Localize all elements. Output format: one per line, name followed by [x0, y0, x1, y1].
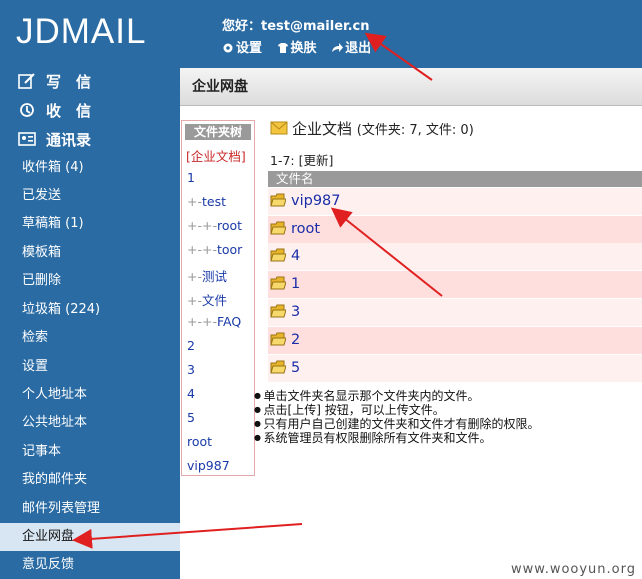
sidebar-item-drafts[interactable]: 草稿箱 (1) — [0, 210, 180, 238]
doc-title: 企业文档 — [292, 120, 353, 138]
folder-row[interactable]: 1 — [268, 271, 642, 298]
logout-link[interactable]: 退出 — [331, 41, 371, 56]
folder-row[interactable]: 2 — [268, 327, 642, 354]
folder-row[interactable]: vip987 — [268, 188, 642, 215]
open-folder-icon — [270, 193, 286, 207]
pager-range: 1-7: — [270, 153, 299, 168]
sidebar-item-templates[interactable]: 模板箱 — [0, 239, 180, 267]
folder-name[interactable]: vip987 — [291, 193, 341, 209]
section-title: 企业网盘 — [180, 68, 642, 106]
help-note: 单击文件夹名显示那个文件夹内的文件。 — [254, 389, 540, 403]
compose-icon — [18, 73, 35, 89]
help-notes: 单击文件夹名显示那个文件夹内的文件。 点击[上传] 按钮，可以上传文件。 只有用… — [254, 389, 540, 445]
help-note: 只有用户自己创建的文件夹和文件才有删除的权限。 — [254, 417, 540, 431]
tree-item[interactable]: root — [187, 434, 212, 449]
tree-root[interactable]: [企业文档] — [186, 146, 246, 165]
contacts-label: 通讯录 — [46, 131, 92, 149]
help-note: 点击[上传] 按钮，可以上传文件。 — [254, 403, 540, 417]
tree-item[interactable]: +-+-root — [187, 218, 242, 233]
sidebar-item-notepad[interactable]: 记事本 — [0, 438, 180, 466]
sidebar: JDMAIL 写 信 收 信 通讯录 收件箱 (4) 已发送 草稿箱 (1) 模… — [0, 0, 180, 579]
contacts-link[interactable]: 通讯录 — [18, 129, 178, 150]
settings-label: 设置 — [236, 41, 263, 56]
folder-row[interactable]: 3 — [268, 299, 642, 326]
watermark: www.wooyun.org — [510, 562, 636, 577]
tree-item[interactable]: 2 — [187, 338, 195, 353]
open-folder-icon — [270, 360, 286, 374]
exit-arrow-icon — [332, 43, 344, 52]
column-header-filename: 文件名 — [268, 171, 642, 187]
user-greeting: 您好：test@mailer.cn — [222, 19, 370, 34]
open-folder-icon — [270, 221, 286, 235]
open-folder-icon — [270, 332, 286, 346]
sidebar-item-search[interactable]: 检索 — [0, 324, 180, 352]
shirt-icon — [277, 43, 288, 53]
folder-row[interactable]: root — [268, 216, 642, 243]
compose-label: 写 信 — [46, 73, 92, 91]
skin-label: 换肤 — [290, 41, 317, 56]
tree-item[interactable]: +-test — [187, 194, 226, 209]
gear-icon — [223, 43, 233, 53]
sidebar-item-sent[interactable]: 已发送 — [0, 182, 180, 210]
main-panel: 企业网盘 文件夹树 [企业文档] 1 +-test +-+-root +-+-t… — [180, 68, 642, 579]
contacts-icon — [18, 132, 36, 146]
open-folder-icon — [270, 276, 286, 290]
skin-link[interactable]: 换肤 — [277, 41, 317, 56]
tree-item[interactable]: +-+-FAQ — [187, 314, 241, 329]
receive-link[interactable]: 收 信 — [18, 100, 178, 121]
top-links: 设置 换肤 退出 — [222, 37, 381, 56]
receive-icon — [20, 103, 34, 117]
refresh-link[interactable]: [更新] — [299, 153, 334, 168]
top-bar: 您好：test@mailer.cn 设置 换肤 退出 — [180, 0, 642, 68]
sidebar-item-my-folders[interactable]: 我的邮件夹 — [0, 466, 180, 494]
tree-item[interactable]: +-文件 — [187, 290, 227, 309]
tree-item[interactable]: 4 — [187, 386, 195, 401]
tree-item[interactable]: 5 — [187, 410, 195, 425]
app-logo: JDMAIL — [16, 12, 147, 51]
sidebar-item-feedback[interactable]: 意见反馈 — [0, 551, 180, 579]
sidebar-item-enterprise-disk[interactable]: 企业网盘 — [0, 523, 180, 551]
folder-tree-heading: 文件夹树 — [185, 124, 251, 140]
sidebar-item-mailing-lists[interactable]: 邮件列表管理 — [0, 495, 180, 523]
tree-item[interactable]: 3 — [187, 362, 195, 377]
open-folder-icon — [270, 248, 286, 262]
tree-item[interactable]: +-测试 — [187, 266, 227, 285]
folder-name[interactable]: root — [291, 221, 320, 237]
tree-item[interactable]: vip987 — [187, 458, 230, 473]
receive-label: 收 信 — [46, 102, 92, 120]
logout-label: 退出 — [345, 41, 372, 56]
pager: 1-7: [更新] — [270, 150, 333, 169]
sidebar-item-public-addressbook[interactable]: 公共地址本 — [0, 409, 180, 437]
folder-row[interactable]: 4 — [268, 243, 642, 270]
folder-name[interactable]: 4 — [291, 248, 300, 264]
doc-header: 企业文档 (文件夹: 7, 文件: 0) — [270, 118, 474, 139]
doc-stats: (文件夹: 7, 文件: 0) — [356, 123, 474, 138]
folder-name[interactable]: 2 — [291, 332, 300, 348]
sidebar-item-junk[interactable]: 垃圾箱 (224) — [0, 296, 180, 324]
open-folder-icon — [270, 304, 286, 318]
sidebar-item-deleted[interactable]: 已删除 — [0, 267, 180, 295]
folder-name[interactable]: 3 — [291, 304, 300, 320]
folder-name[interactable]: 1 — [291, 276, 300, 292]
mail-envelope-icon — [270, 121, 288, 135]
tree-item[interactable]: +-+-toor — [187, 242, 242, 257]
sidebar-item-inbox[interactable]: 收件箱 (4) — [0, 154, 180, 182]
help-note: 系统管理员有权限删除所有文件夹和文件。 — [254, 431, 540, 445]
sidebar-item-settings[interactable]: 设置 — [0, 353, 180, 381]
folder-row[interactable]: 5 — [268, 355, 642, 382]
folder-name[interactable]: 5 — [291, 360, 300, 376]
folder-tree: 文件夹树 [企业文档] 1 +-test +-+-root +-+-toor +… — [181, 120, 255, 476]
settings-link[interactable]: 设置 — [222, 41, 262, 56]
sidebar-item-personal-addressbook[interactable]: 个人地址本 — [0, 381, 180, 409]
tree-item[interactable]: 1 — [187, 170, 195, 185]
compose-link[interactable]: 写 信 — [18, 71, 178, 92]
